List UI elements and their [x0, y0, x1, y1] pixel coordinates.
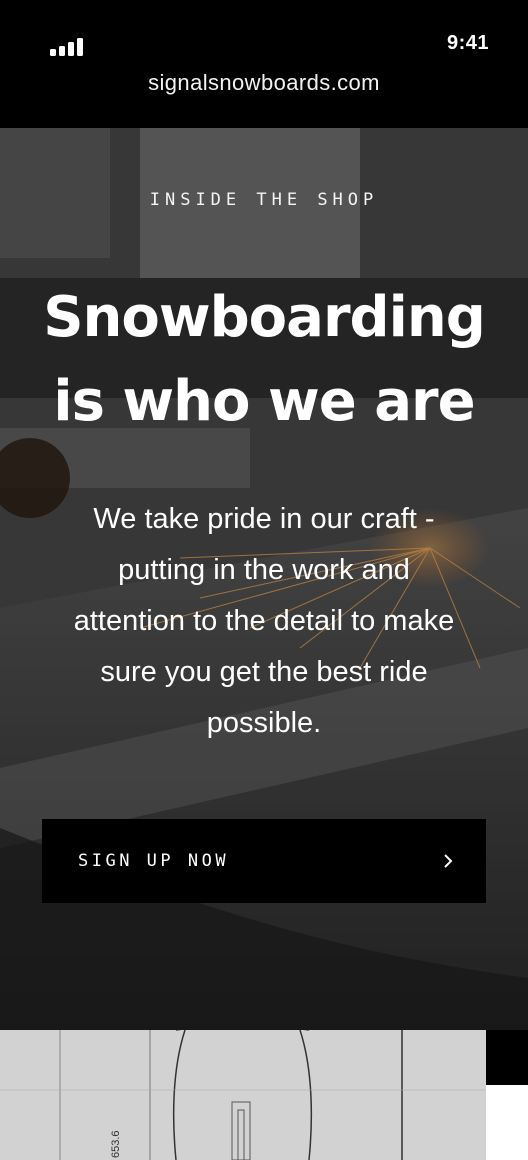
sign-up-button-label: SIGN UP NOW — [78, 851, 230, 871]
cellular-signal-icon — [50, 38, 86, 56]
technical-drawing-image — [0, 1030, 486, 1160]
body-line-2: putting in the work and — [118, 554, 410, 586]
chevron-right-icon — [444, 854, 453, 868]
body-line-5: possible. — [206, 707, 322, 739]
headline-line-1: Snowboarding — [43, 285, 486, 350]
body-line-1: We take pride in our craft - — [93, 503, 435, 535]
page-edge-panel — [486, 1085, 528, 1160]
section-eyebrow: INSIDE THE SHOP — [149, 190, 379, 210]
status-bar: 9:41 signalsnowboards.com — [0, 0, 528, 128]
headline-line-2: is who we are — [53, 369, 475, 434]
hero-headline: Snowboarding is who we are — [0, 276, 528, 444]
hero-section: INSIDE THE SHOP Snowboarding is who we a… — [0, 128, 528, 1030]
board-blueprint-graphic — [0, 1030, 486, 1160]
hero-body-text: We take pride in our craft - putting in … — [36, 494, 492, 749]
status-time: 9:41 — [446, 32, 489, 54]
sign-up-button[interactable]: SIGN UP NOW — [42, 819, 486, 903]
dimension-label: 653.6 — [110, 1130, 122, 1158]
body-line-4: sure you get the best ride — [100, 656, 428, 688]
body-line-3: attention to the detail to make — [73, 605, 455, 637]
address-bar-url[interactable]: signalsnowboards.com — [0, 70, 528, 96]
